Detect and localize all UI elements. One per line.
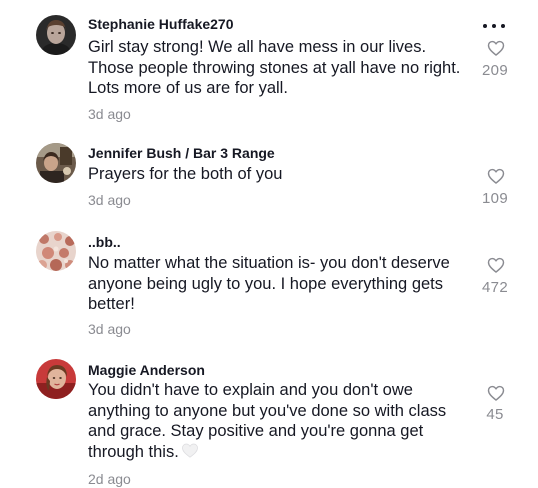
comment-age: 3d ago (88, 192, 131, 208)
avatar[interactable] (36, 15, 76, 55)
more-options-button[interactable] (483, 18, 505, 32)
more-dots-icon (483, 24, 487, 28)
comment-text: Girl stay strong! We all have mess in ou… (88, 38, 461, 98)
like-count: 472 (482, 279, 508, 296)
avatar[interactable] (36, 231, 76, 271)
like-button[interactable] (484, 253, 508, 277)
comment-age: 3d ago (88, 106, 131, 122)
like-count: 45 (486, 406, 504, 423)
heart-outline-icon (487, 168, 505, 184)
comment-username[interactable]: Jennifer Bush / Bar 3 Range (88, 145, 275, 161)
comment-username[interactable]: Maggie Anderson (88, 362, 205, 378)
like-count: 109 (482, 190, 508, 207)
white-heart-emoji-icon (181, 443, 198, 458)
like-count: 209 (482, 62, 508, 79)
comment-username[interactable]: Stephanie Huffake270 (88, 16, 234, 32)
comment-age: 2d ago (88, 471, 131, 487)
more-dots-icon-dot (492, 24, 496, 28)
like-button[interactable] (484, 36, 508, 60)
like-button[interactable] (484, 381, 508, 405)
comment-text: Prayers for the both of you (88, 165, 283, 183)
heart-outline-icon (487, 385, 505, 401)
comment-text-body: You didn't have to explain and you don't… (88, 381, 447, 461)
like-button[interactable] (484, 164, 508, 188)
avatar[interactable] (36, 359, 76, 399)
heart-outline-icon (487, 40, 505, 56)
avatar[interactable] (36, 143, 76, 183)
comment-age: 3d ago (88, 321, 131, 337)
heart-outline-icon (487, 257, 505, 273)
comment-text: No matter what the situation is- you don… (88, 254, 450, 314)
comment-text: You didn't have to explain and you don't… (88, 380, 472, 462)
comment-username[interactable]: ..bb.. (88, 234, 121, 250)
more-dots-icon-dot (501, 24, 505, 28)
